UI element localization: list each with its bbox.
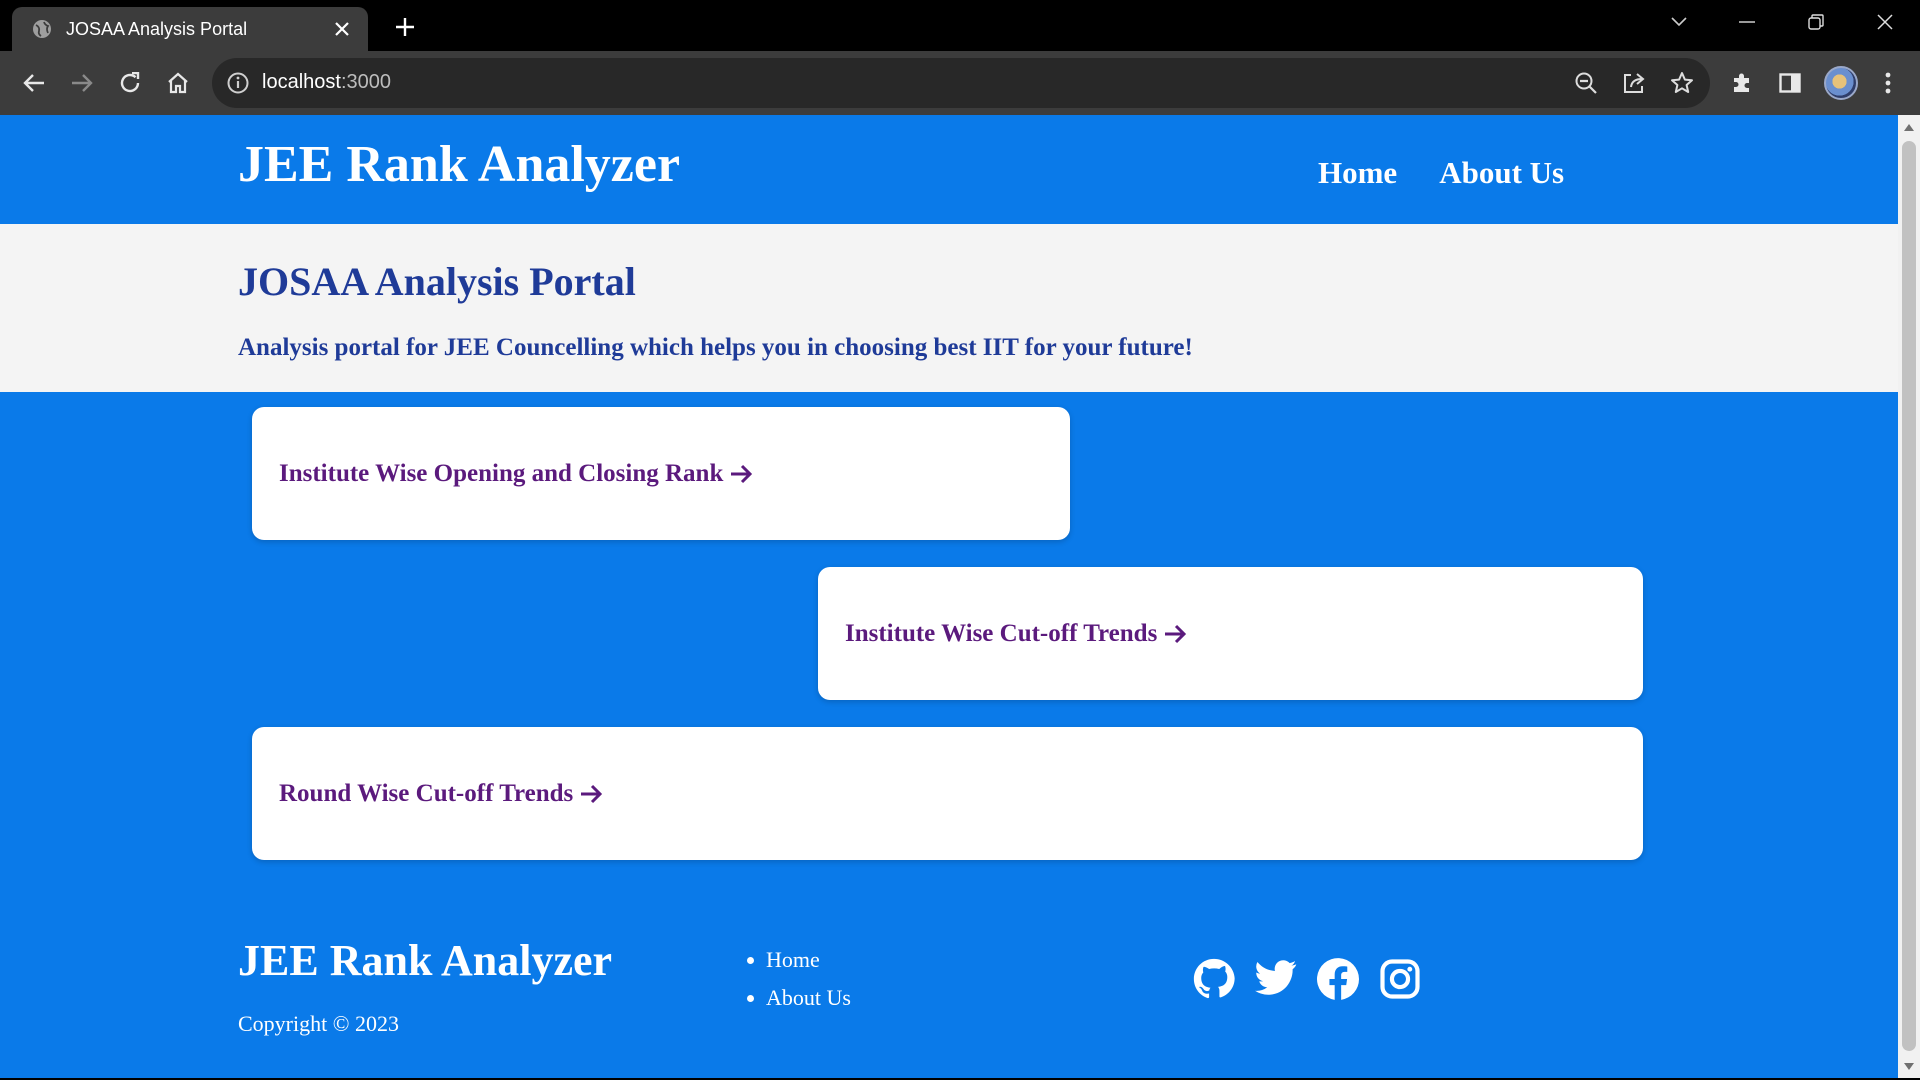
share-icon[interactable] xyxy=(1620,69,1648,97)
close-tab-icon[interactable] xyxy=(330,17,354,41)
page-scrollbar[interactable] xyxy=(1898,115,1920,1078)
card-institute-cutoff-trends[interactable]: Institute Wise Cut-off Trends xyxy=(818,567,1643,700)
footer-home-link[interactable]: Home xyxy=(766,947,820,973)
github-icon[interactable] xyxy=(1193,958,1235,1000)
reload-icon[interactable] xyxy=(110,63,150,103)
zoom-out-icon[interactable] xyxy=(1572,69,1600,97)
scrollbar-thumb[interactable] xyxy=(1902,141,1916,1051)
url-text[interactable]: localhost:3000 xyxy=(262,71,391,94)
scroll-up-icon[interactable] xyxy=(1903,121,1915,133)
address-bar[interactable]: localhost:3000 xyxy=(212,58,1710,108)
site-brand[interactable]: JEE Rank Analyzer xyxy=(238,135,680,194)
twitter-icon[interactable] xyxy=(1255,958,1297,1000)
tab-search-icon[interactable] xyxy=(1648,0,1710,44)
bullet xyxy=(747,956,754,964)
home-icon[interactable] xyxy=(158,63,198,103)
side-panel-icon[interactable] xyxy=(1770,63,1810,103)
forward-arrow-icon[interactable] xyxy=(62,63,102,103)
page-subtitle: Analysis portal for JEE Councelling whic… xyxy=(238,334,1193,361)
nav-links: Home About Us xyxy=(1318,155,1564,191)
minimize-icon[interactable] xyxy=(1716,0,1778,44)
nav-home-link[interactable]: Home xyxy=(1318,155,1397,191)
info-icon[interactable] xyxy=(226,71,250,95)
bookmark-star-icon[interactable] xyxy=(1668,69,1696,97)
hero-section: JOSAA Analysis Portal Analysis portal fo… xyxy=(0,224,1898,392)
footer-link-item: About Us xyxy=(747,979,851,1017)
footer-brand: JEE Rank Analyzer xyxy=(238,936,613,985)
restore-icon[interactable] xyxy=(1785,0,1847,44)
card-round-cutoff-trends[interactable]: Round Wise Cut-off Trends xyxy=(252,727,1643,860)
scroll-down-icon[interactable] xyxy=(1903,1060,1915,1072)
browser-tab[interactable]: JOSAA Analysis Portal xyxy=(12,7,368,51)
page-title: JOSAA Analysis Portal xyxy=(238,259,636,304)
profile-avatar[interactable] xyxy=(1824,66,1858,100)
browser-toolbar: localhost:3000 xyxy=(0,51,1920,115)
footer-link-item: Home xyxy=(747,941,851,979)
page-viewport: JEE Rank Analyzer Home About Us JOSAA An… xyxy=(0,115,1898,1078)
nav-about-link[interactable]: About Us xyxy=(1439,155,1564,191)
navbar: JEE Rank Analyzer Home About Us xyxy=(0,115,1898,224)
card-link[interactable]: Round Wise Cut-off Trends xyxy=(279,780,603,808)
footer-links: Home About Us xyxy=(747,941,851,1017)
arrow-right-icon xyxy=(1165,624,1187,643)
card-link[interactable]: Institute Wise Cut-off Trends xyxy=(845,620,1187,648)
card-institute-opening-closing[interactable]: Institute Wise Opening and Closing Rank xyxy=(252,407,1070,540)
back-arrow-icon[interactable] xyxy=(14,63,54,103)
extensions-icon[interactable] xyxy=(1722,63,1762,103)
social-links xyxy=(1193,958,1421,1000)
bullet xyxy=(747,994,754,1002)
facebook-icon[interactable] xyxy=(1317,958,1359,1000)
footer-about-link[interactable]: About Us xyxy=(766,985,851,1011)
menu-kebab-icon[interactable] xyxy=(1868,63,1908,103)
tab-title: JOSAA Analysis Portal xyxy=(66,18,248,39)
close-window-icon[interactable] xyxy=(1854,0,1916,44)
globe-icon xyxy=(33,20,51,38)
arrow-right-icon xyxy=(581,784,603,803)
copyright-text: Copyright © 2023 xyxy=(238,1011,399,1036)
card-link[interactable]: Institute Wise Opening and Closing Rank xyxy=(279,460,753,488)
arrow-right-icon xyxy=(731,464,753,483)
instagram-icon[interactable] xyxy=(1379,958,1421,1000)
browser-tab-bar: JOSAA Analysis Portal xyxy=(0,0,1920,51)
new-tab-icon[interactable] xyxy=(390,12,420,42)
